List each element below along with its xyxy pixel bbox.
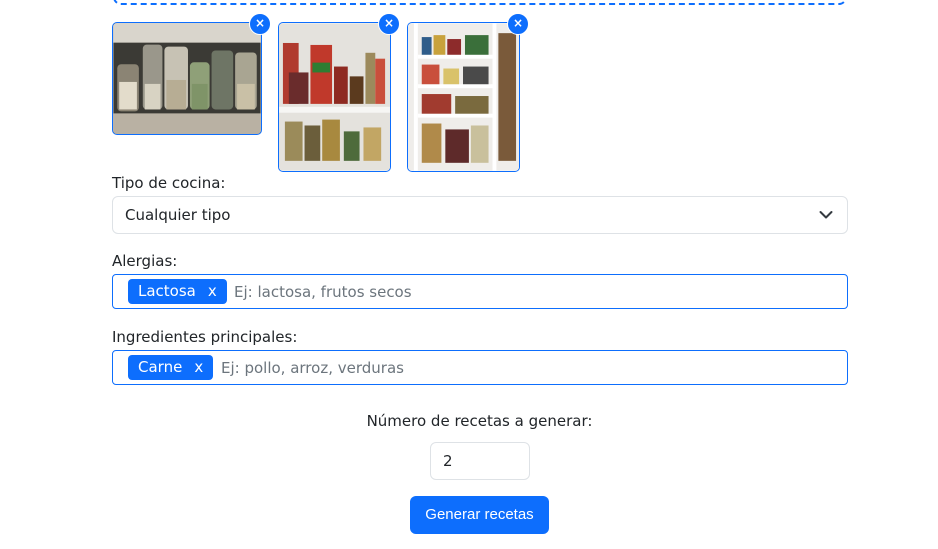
recipe-count-label: Número de recetas a generar: <box>366 412 593 430</box>
image-dropzone[interactable] <box>113 0 847 5</box>
pantry-cans-photo <box>279 23 390 171</box>
recipe-count-input[interactable]: 2 <box>430 442 530 480</box>
allergy-tag-text: Lactosa <box>138 282 196 300</box>
uploaded-image-3 <box>407 22 520 172</box>
allergies-label: Alergias: <box>112 252 178 270</box>
chevron-down-icon <box>819 211 833 219</box>
uploaded-image-1 <box>112 22 262 135</box>
allergies-placeholder[interactable]: Ej: lactosa, frutos secos <box>234 283 412 301</box>
ingredient-tag-text: Carne <box>138 358 183 376</box>
allergy-tag: Lactosa x <box>128 279 227 304</box>
remove-image-2-button[interactable]: × <box>378 13 400 35</box>
cuisine-type-selected-value: Cualquier tipo <box>125 206 231 224</box>
generate-recipes-button[interactable]: Generar recetas <box>410 496 549 534</box>
pantry-shelves-photo <box>408 23 519 171</box>
uploaded-image-2 <box>278 22 391 172</box>
remove-image-1-button[interactable]: × <box>249 13 271 35</box>
pantry-jars-photo <box>113 23 261 134</box>
remove-image-3-button[interactable]: × <box>507 13 529 35</box>
ingredient-tag: Carne x <box>128 355 214 380</box>
remove-ingredient-tag-button[interactable]: x <box>194 355 203 380</box>
allergies-tag-input[interactable]: Lactosa x Ej: lactosa, frutos secos <box>112 274 848 309</box>
cuisine-type-label: Tipo de cocina: <box>112 174 226 192</box>
ingredients-label: Ingredientes principales: <box>112 328 298 346</box>
recipe-count-value: 2 <box>443 452 453 470</box>
ingredients-tag-input[interactable]: Carne x Ej: pollo, arroz, verduras <box>112 350 848 385</box>
remove-allergy-tag-button[interactable]: x <box>208 279 217 304</box>
cuisine-type-select[interactable]: Cualquier tipo <box>112 196 848 234</box>
ingredients-placeholder[interactable]: Ej: pollo, arroz, verduras <box>221 359 404 377</box>
